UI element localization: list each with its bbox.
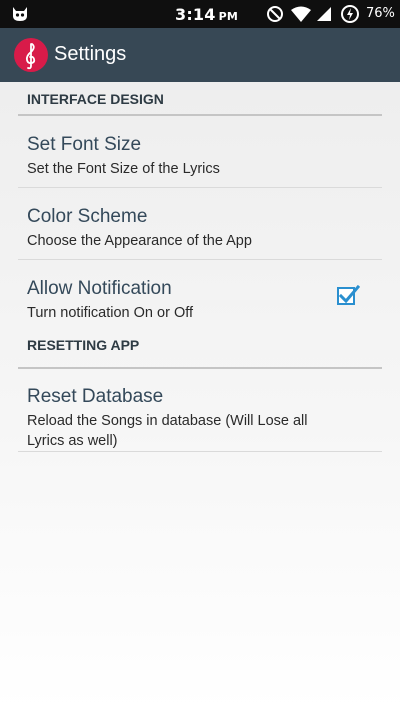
pref-title: Set Font Size bbox=[27, 134, 142, 155]
pref-summary: Set the Font Size of the Lyrics bbox=[27, 161, 220, 177]
app-logo-icon[interactable] bbox=[14, 38, 48, 72]
pref-title: Reset Database bbox=[27, 386, 164, 407]
pref-reset-database[interactable]: Reset Database Reload the Songs in datab… bbox=[18, 369, 382, 452]
pref-summary: Choose the Appearance of the App bbox=[27, 233, 252, 249]
pref-allow-notification[interactable]: Allow Notification Turn notification On … bbox=[18, 260, 382, 332]
category-interface-design: INTERFACE DESIGN bbox=[18, 82, 382, 116]
status-ampm: PM bbox=[218, 10, 239, 23]
cyanogen-cat-icon bbox=[13, 7, 27, 21]
checkmark-icon bbox=[338, 285, 360, 304]
pref-title: Allow Notification bbox=[27, 278, 172, 299]
pref-title: Color Scheme bbox=[27, 206, 148, 227]
cell-signal-icon bbox=[317, 7, 331, 21]
category-resetting-app: RESETTING APP bbox=[18, 332, 382, 369]
status-bar: 3:14 PM 76% bbox=[0, 0, 400, 28]
status-clock: 3:14 PM bbox=[175, 5, 238, 24]
pref-color-scheme[interactable]: Color Scheme Choose the Appearance of th… bbox=[18, 188, 382, 260]
toolbar-title: Settings bbox=[54, 43, 127, 65]
pref-summary: Reload the Songs in database (Will Lose … bbox=[27, 413, 308, 449]
status-time: 3:14 bbox=[175, 5, 216, 24]
wifi-icon bbox=[291, 6, 311, 22]
do-not-disturb-icon bbox=[267, 6, 283, 22]
notification-checkbox[interactable] bbox=[337, 285, 360, 305]
pref-summary: Turn notification On or Off bbox=[27, 305, 194, 321]
app-toolbar: Settings bbox=[0, 28, 400, 82]
treble-clef-icon bbox=[25, 43, 36, 70]
battery-percent: 76% bbox=[366, 6, 395, 21]
battery-icon bbox=[341, 5, 359, 23]
pref-set-font-size[interactable]: Set Font Size Set the Font Size of the L… bbox=[18, 116, 382, 188]
settings-list: INTERFACE DESIGN Set Font Size Set the F… bbox=[18, 82, 382, 452]
